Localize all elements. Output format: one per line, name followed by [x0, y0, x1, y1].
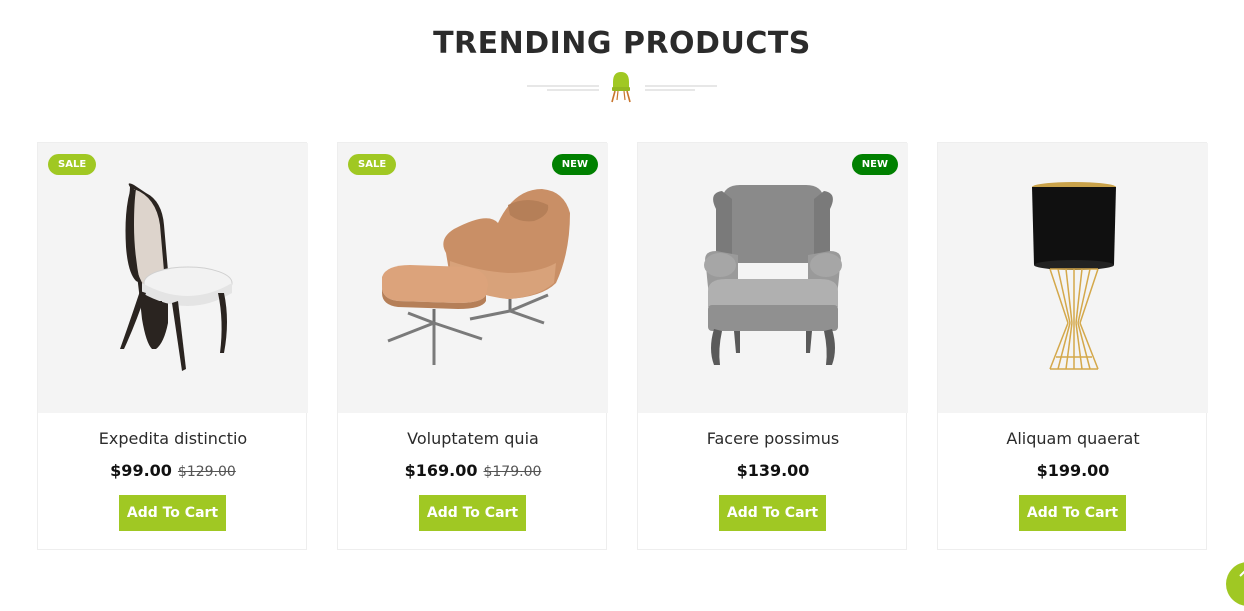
chair-icon: [611, 72, 631, 103]
wingback-chair-image: [704, 185, 842, 365]
product-name[interactable]: Aliquam quaerat: [938, 429, 1208, 448]
current-price: $139.00: [736, 461, 810, 480]
table-lamp-image: [1032, 182, 1116, 370]
product-name[interactable]: Expedita distinctio: [38, 429, 308, 448]
current-price: $99.00: [110, 461, 172, 480]
product-image[interactable]: SALE NEW: [338, 143, 608, 413]
old-price: $129.00: [177, 464, 236, 480]
product-prices: $139.00: [638, 461, 908, 481]
lounge-chair-image: [382, 189, 570, 365]
accent-chair-image: [120, 183, 233, 371]
product-card: SALE Expedita distinctio $99.00 $129.00 A…: [37, 142, 308, 550]
add-to-cart-button[interactable]: Add To Cart: [1019, 495, 1126, 531]
product-prices: $169.00 $179.00: [338, 461, 608, 481]
product-prices: $99.00 $129.00: [38, 461, 308, 481]
product-card: SALE NEW Voluptatem quia $169.00 $179.00 …: [337, 142, 608, 550]
new-badge: NEW: [851, 154, 898, 175]
old-price: $179.00: [483, 464, 542, 480]
new-badge: NEW: [551, 154, 598, 175]
product-image[interactable]: SALE: [38, 143, 308, 413]
add-to-cart-button[interactable]: Add To Cart: [119, 495, 226, 531]
product-image[interactable]: [938, 143, 1208, 413]
current-price: $199.00: [1036, 461, 1110, 480]
add-to-cart-button[interactable]: Add To Cart: [719, 495, 826, 531]
add-to-cart-button[interactable]: Add To Cart: [419, 495, 526, 531]
current-price: $169.00: [404, 461, 478, 480]
product-prices: $199.00: [938, 461, 1208, 481]
sale-badge: SALE: [348, 154, 397, 175]
scroll-to-top-button[interactable]: [1226, 562, 1244, 606]
product-card: Aliquam quaerat $199.00 Add To Cart: [937, 142, 1208, 550]
arrow-up-icon: [1239, 570, 1244, 577]
title-divider: [527, 72, 717, 103]
product-card: NEW Facere possimus $139.00 Add To Cart: [637, 142, 908, 550]
sale-badge: SALE: [48, 154, 97, 175]
product-name[interactable]: Facere possimus: [638, 429, 908, 448]
product-image[interactable]: NEW: [638, 143, 908, 413]
section-title: TRENDING PRODUCTS: [433, 26, 811, 61]
product-name[interactable]: Voluptatem quia: [338, 429, 608, 448]
